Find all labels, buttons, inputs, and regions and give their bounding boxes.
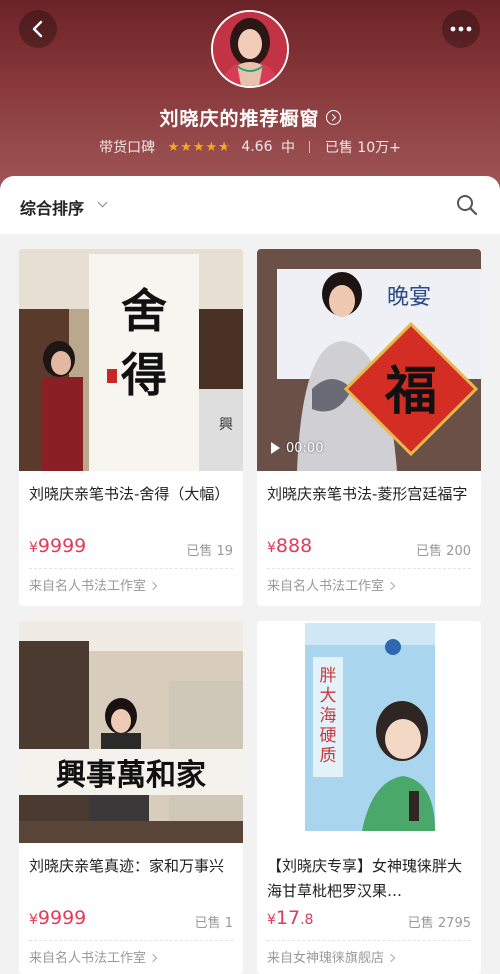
currency-symbol: ¥ <box>267 912 276 928</box>
svg-text:晚宴: 晚宴 <box>387 285 431 310</box>
product-image[interactable]: 晚宴 福 00:00 <box>257 249 481 471</box>
back-arrow-icon <box>32 20 43 38</box>
avatar[interactable] <box>211 10 289 88</box>
svg-text:福: 福 <box>384 361 437 422</box>
svg-text:興: 興 <box>219 417 233 433</box>
store-name: 来自名人书法工作室 <box>267 579 385 594</box>
sold-count: 已售 2795 <box>407 916 471 931</box>
product-title[interactable]: 【刘晓庆专享】女神瑰徕胖大海甘草枇杷罗汉果… <box>267 854 473 904</box>
more-dots-icon <box>450 26 472 32</box>
currency-symbol: ¥ <box>29 912 38 928</box>
avatar-portrait-icon <box>213 12 287 86</box>
product-card[interactable]: 舍 得 興 刘晓庆亲笔书法-舍得（大幅） ¥9999 已售 19 来自名人书法工… <box>19 249 243 606</box>
sold-count: 已售 1 <box>194 916 233 931</box>
rating-value: 4.66 <box>241 139 273 155</box>
video-badge[interactable]: 00:00 <box>271 441 323 456</box>
currency-symbol: ¥ <box>29 540 38 556</box>
store-link[interactable]: 来自名人书法工作室 <box>29 947 158 966</box>
sort-bar: 综合排序 <box>0 176 500 234</box>
price-decimal: .8 <box>300 912 314 928</box>
divider <box>29 568 233 569</box>
sold-count: 已售 200 <box>416 544 471 559</box>
product-image[interactable]: 舍 得 興 <box>19 249 243 471</box>
product-card[interactable]: 興事萬和家 刘晓庆亲笔真迹：家和万事兴 ¥9999 已售 1 来自名人书法工作室 <box>19 621 243 974</box>
jiahe-calligraphy-photo-icon: 興事萬和家 <box>19 621 243 843</box>
svg-text:舍: 舍 <box>121 284 167 338</box>
product-price: ¥9999 <box>29 535 86 557</box>
product-price: ¥17.8 <box>267 907 313 929</box>
more-button[interactable] <box>442 10 480 48</box>
divider <box>309 141 311 153</box>
svg-text:质: 质 <box>320 746 337 766</box>
price-value: 17 <box>275 907 301 929</box>
price-value: 9999 <box>37 535 87 557</box>
store-link[interactable]: 来自名人书法工作室 <box>29 575 158 594</box>
back-button[interactable] <box>19 10 57 48</box>
svg-text:胖: 胖 <box>320 666 337 686</box>
play-icon <box>271 441 280 454</box>
product-title[interactable]: 刘晓庆亲笔真迹：家和万事兴 <box>29 854 235 879</box>
shop-header: 刘晓庆的推荐橱窗 带货口碑 ★★★★☆ ★ 4.66 中 已售 10万+ <box>0 0 500 200</box>
sold-count: 已售 19 <box>186 544 233 559</box>
chevron-right-circle-icon <box>325 110 341 125</box>
chevron-right-icon <box>148 581 158 591</box>
product-price: ¥888 <box>267 535 312 557</box>
chevron-right-icon <box>148 953 158 963</box>
rating-level: 中 <box>280 140 295 156</box>
shop-title[interactable]: 刘晓庆的推荐橱窗 <box>0 104 500 131</box>
product-card[interactable]: 胖 大 海 硬 质 【刘晓庆专享】女神瑰徕胖大海甘草枇杷罗汉果… ¥17.8 已… <box>257 621 481 974</box>
search-icon[interactable] <box>456 194 478 216</box>
sold-count: 已售 10万+ <box>324 140 401 156</box>
store-name: 来自女神瑰徕旗舰店 <box>267 951 385 966</box>
sort-dropdown[interactable]: 综合排序 <box>20 195 84 219</box>
divider <box>267 568 471 569</box>
store-link[interactable]: 来自名人书法工作室 <box>267 575 396 594</box>
fu-calligraphy-photo-icon: 晚宴 福 <box>257 249 481 471</box>
svg-text:硬: 硬 <box>320 726 337 746</box>
chevron-down-icon[interactable] <box>97 197 108 208</box>
svg-text:得: 得 <box>121 348 167 402</box>
video-duration: 00:00 <box>286 441 324 456</box>
divider <box>29 940 233 941</box>
svg-text:興事萬和家: 興事萬和家 <box>56 758 206 793</box>
svg-text:大: 大 <box>320 686 337 706</box>
product-card[interactable]: 晚宴 福 00:00 刘晓庆亲笔书法-菱形宫廷福字 ¥888 已售 200 来自… <box>257 249 481 606</box>
shop-title-text: 刘晓庆的推荐橱窗 <box>159 108 320 130</box>
divider <box>267 940 471 941</box>
chevron-right-icon <box>386 581 396 591</box>
chevron-right-icon <box>386 953 396 963</box>
product-image[interactable]: 胖 大 海 硬 质 <box>257 621 481 843</box>
candy-box-photo-icon: 胖 大 海 硬 质 <box>257 621 481 843</box>
price-value: 9999 <box>37 907 87 929</box>
currency-symbol: ¥ <box>267 540 276 556</box>
product-title[interactable]: 刘晓庆亲笔书法-舍得（大幅） <box>29 482 235 507</box>
product-image[interactable]: 興事萬和家 <box>19 621 243 843</box>
rating-label: 带货口碑 <box>99 140 156 156</box>
svg-text:海: 海 <box>320 706 337 726</box>
store-name: 来自名人书法工作室 <box>29 951 147 966</box>
price-value: 888 <box>275 535 313 557</box>
shop-stats: 带货口碑 ★★★★☆ ★ 4.66 中 已售 10万+ <box>0 137 500 157</box>
rating-stars-icon: ★★★★☆ ★ <box>167 139 231 155</box>
product-price: ¥9999 <box>29 907 86 929</box>
store-name: 来自名人书法工作室 <box>29 579 147 594</box>
calligraphy-photo-icon: 舍 得 興 <box>19 249 243 471</box>
store-link[interactable]: 来自女神瑰徕旗舰店 <box>267 947 396 966</box>
product-title[interactable]: 刘晓庆亲笔书法-菱形宫廷福字 <box>267 482 473 507</box>
